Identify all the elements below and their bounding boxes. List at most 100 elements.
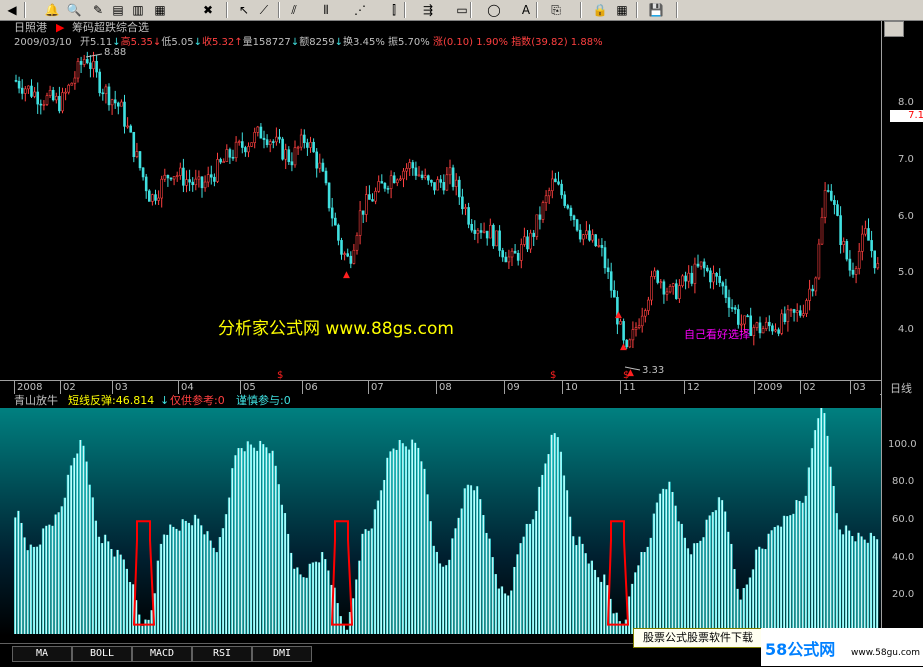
candle-body xyxy=(368,194,371,200)
timeframe-label[interactable]: 日线 xyxy=(890,380,912,396)
lock-icon[interactable]: 🔒 xyxy=(592,2,608,18)
indicator-bar xyxy=(816,418,820,634)
candle-body xyxy=(603,247,607,269)
indicator-bar xyxy=(193,514,197,634)
down-arrow-icon: ↓ xyxy=(160,394,170,407)
indicator-bar xyxy=(792,513,795,634)
candle-body xyxy=(851,269,855,275)
candle-body xyxy=(876,263,880,269)
fan-icon[interactable]: ⋰ xyxy=(352,2,368,18)
parallel-icon[interactable]: ⫿ xyxy=(386,2,402,18)
text-icon[interactable]: A xyxy=(518,2,534,18)
image-icon[interactable]: ▦ xyxy=(152,2,168,18)
prev-icon[interactable]: ◀ xyxy=(4,2,20,18)
indicator-bar xyxy=(243,451,246,634)
candle-body xyxy=(237,141,241,143)
candle-body xyxy=(58,95,61,112)
indicator-bar xyxy=(637,565,640,634)
window-icon[interactable]: ▥ xyxy=(130,2,146,18)
zoom-icon[interactable]: 🔍 xyxy=(66,2,82,18)
candle-body xyxy=(457,179,461,198)
candle-body xyxy=(39,103,43,106)
candle-body xyxy=(817,243,821,279)
tab-boll[interactable]: BOLL xyxy=(72,646,132,662)
indicator-chart[interactable] xyxy=(0,408,881,636)
bars-icon[interactable]: ⦀ xyxy=(318,2,334,18)
channel-icon[interactable]: ⫽ xyxy=(286,2,302,18)
candle-body xyxy=(752,327,756,336)
candle-body xyxy=(479,230,483,233)
stock-name[interactable]: 日照港 xyxy=(14,21,47,35)
candle-body xyxy=(786,309,790,322)
candle-body xyxy=(423,175,427,179)
indicator-bar xyxy=(661,488,665,634)
candle-body xyxy=(51,90,55,101)
candle-body xyxy=(259,126,263,139)
candle-body xyxy=(730,307,734,309)
candle-body xyxy=(284,149,288,160)
ellipse-icon[interactable]: ◯ xyxy=(486,2,502,18)
formula-name[interactable]: 筹码超跌综合选 xyxy=(72,21,149,35)
candle-body xyxy=(361,210,365,215)
candle-body xyxy=(864,228,867,235)
indicator-bar xyxy=(761,548,764,634)
site-logo[interactable]: 58公式网 www.58gu.com xyxy=(761,628,923,666)
indicator-bar xyxy=(547,454,550,634)
indicator-bar xyxy=(875,539,879,634)
indicator-bar xyxy=(234,455,237,634)
cursor-icon[interactable]: ↖ xyxy=(236,2,252,18)
candle-body xyxy=(634,327,638,330)
signal-arrow-icon: ▲ xyxy=(343,270,350,280)
indicator-bar xyxy=(596,577,600,634)
indicator-bar xyxy=(286,533,290,634)
candle-body xyxy=(120,101,123,107)
indicator-bar xyxy=(559,451,562,634)
candle-body xyxy=(104,86,108,95)
candle-body xyxy=(312,141,315,153)
candle-body xyxy=(492,224,495,247)
tab-dmi[interactable]: DMI xyxy=(252,646,312,662)
candle-body xyxy=(764,321,768,329)
ad-banner[interactable]: 股票公式股票软件下载 xyxy=(633,628,763,648)
amplitude-label: 振 xyxy=(388,37,399,48)
candle-body xyxy=(275,136,278,143)
indicator-bar xyxy=(516,554,519,634)
line-icon[interactable]: ⟋ xyxy=(256,2,272,18)
logo-url: www.58gu.com xyxy=(851,648,921,658)
arrow-lines-icon[interactable]: ⇶ xyxy=(420,2,436,18)
indicator-bar xyxy=(299,574,302,634)
layout-icon[interactable]: ▤ xyxy=(110,2,126,18)
tab-macd[interactable]: MACD xyxy=(132,646,192,662)
pen-icon[interactable]: ✎ xyxy=(90,2,106,18)
bell-icon[interactable]: 🔔 xyxy=(44,2,60,18)
candle-body xyxy=(42,104,46,106)
candle-body xyxy=(123,101,126,127)
tab-rsi[interactable]: RSI xyxy=(192,646,252,662)
copy-icon[interactable]: ⎘ xyxy=(548,2,564,18)
amount-label: 额 xyxy=(299,37,310,48)
candle-body xyxy=(473,229,477,234)
candle-body xyxy=(420,174,424,179)
color-icon[interactable]: ▦ xyxy=(614,2,630,18)
candle-body xyxy=(154,194,157,201)
indicator-bar xyxy=(640,552,643,634)
price-tick: 4.0 xyxy=(898,324,914,335)
indicator-bar xyxy=(851,536,854,634)
indicator-bar xyxy=(745,584,748,634)
tab-ma[interactable]: MA xyxy=(12,646,72,662)
rectangle-icon[interactable]: ▭ xyxy=(454,2,470,18)
toolbar-separator xyxy=(636,2,638,18)
candle-body xyxy=(802,313,805,316)
candle-body xyxy=(27,85,30,90)
indicator-bar xyxy=(79,439,82,634)
close-icon[interactable]: ✖ xyxy=(200,2,216,18)
save-icon[interactable]: 💾 xyxy=(648,2,664,18)
amount-value: 8259 xyxy=(309,37,335,48)
candle-body xyxy=(399,178,402,181)
down-arrow-icon: ↓ xyxy=(290,37,300,48)
candle-body xyxy=(371,199,374,202)
candle-body xyxy=(575,219,579,231)
indicator-name[interactable]: 青山放牛 xyxy=(14,394,58,408)
indicator-bar xyxy=(643,552,646,634)
settings-icon[interactable] xyxy=(884,21,904,37)
